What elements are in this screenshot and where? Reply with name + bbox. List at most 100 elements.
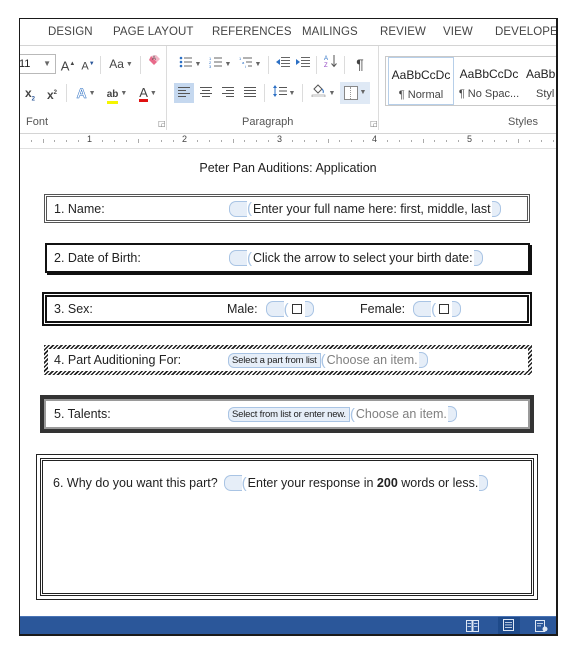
grow-font-button[interactable]: A▲ bbox=[60, 54, 76, 74]
tab-design[interactable]: DESIGN bbox=[48, 26, 93, 38]
line-spacing-button[interactable]: ▼ bbox=[270, 83, 298, 103]
numbered-list-icon: 123 bbox=[209, 56, 222, 69]
document-page: Peter Pan Auditions: Application 1. Name… bbox=[20, 149, 556, 630]
male-checkbox[interactable] bbox=[291, 304, 302, 314]
why-rich-text-control[interactable]: (Enter your response in 200 words or les… bbox=[223, 475, 489, 491]
content-control-handle[interactable] bbox=[413, 301, 432, 317]
style-no-spacing[interactable]: AaBbCcDc ¶ No Spac... bbox=[456, 57, 522, 105]
tab-developer[interactable]: DEVELOPER bbox=[495, 26, 556, 38]
sex-field-box: 3. Sex: Male: ( Female: ( bbox=[42, 292, 532, 326]
document-title: Peter Pan Auditions: Application bbox=[199, 161, 377, 175]
ruler-tick bbox=[517, 139, 519, 143]
content-control-handle[interactable] bbox=[223, 475, 242, 491]
ruler-tick bbox=[410, 140, 412, 142]
sort-button[interactable]: AZ bbox=[322, 54, 340, 74]
svg-text:3: 3 bbox=[209, 64, 212, 68]
ruler-tick bbox=[137, 139, 139, 143]
ruler-tick bbox=[78, 140, 80, 142]
sort-icon: AZ bbox=[324, 55, 337, 69]
line-spacing-icon bbox=[272, 85, 287, 97]
align-right-button[interactable] bbox=[218, 83, 238, 103]
ruler-tick bbox=[220, 140, 222, 142]
tab-view[interactable]: VIEW bbox=[443, 26, 473, 38]
ruler-number: 2 bbox=[182, 134, 188, 144]
bullet-list-icon bbox=[179, 56, 192, 68]
align-left-button[interactable] bbox=[174, 83, 194, 103]
tab-review[interactable]: REVIEW bbox=[380, 26, 426, 38]
ruler-tick bbox=[327, 139, 329, 143]
ruler-tick bbox=[481, 140, 483, 142]
multilevel-list-button[interactable]: 1 a i ▼ bbox=[236, 54, 264, 74]
font-group-label: Font bbox=[26, 116, 49, 128]
shrink-font-button[interactable]: A▼ bbox=[80, 54, 96, 74]
ruler-number: 5 bbox=[467, 134, 473, 144]
tab-mailings[interactable]: MAILINGS bbox=[302, 26, 358, 38]
multilevel-list-icon: 1ai bbox=[239, 56, 252, 69]
read-mode-icon[interactable] bbox=[466, 619, 479, 632]
ruler-tick bbox=[458, 140, 460, 142]
subscript-button[interactable]: x2 bbox=[20, 83, 40, 103]
ruler-tick bbox=[196, 140, 198, 142]
shading-button[interactable]: ▼ bbox=[308, 83, 338, 103]
decrease-indent-button[interactable] bbox=[274, 54, 292, 74]
borders-button[interactable]: ▼ bbox=[340, 82, 370, 104]
female-checkbox[interactable] bbox=[439, 304, 450, 314]
why-label: 6. Why do you want this part? bbox=[53, 476, 218, 490]
numbering-button[interactable]: 1 2 3 ▼ bbox=[206, 54, 234, 74]
change-case-button[interactable]: Aa ▼ bbox=[106, 54, 136, 74]
superscript-button[interactable]: x2 bbox=[42, 83, 62, 103]
ruler-tick bbox=[256, 140, 258, 142]
talents-combo-box[interactable]: Select from list or enter new.(Choose an… bbox=[228, 406, 457, 422]
text-effects-button[interactable]: A ▼ bbox=[72, 83, 100, 103]
dialog-launcher-icon[interactable]: ◲ bbox=[158, 119, 166, 128]
content-control-handle[interactable] bbox=[229, 200, 247, 217]
horizontal-ruler[interactable]: 123456 bbox=[20, 134, 556, 149]
content-control-handle[interactable] bbox=[229, 250, 247, 266]
bullets-button[interactable]: ▼ bbox=[176, 54, 204, 74]
svg-text:Z: Z bbox=[324, 63, 328, 68]
print-layout-icon[interactable] bbox=[498, 617, 520, 634]
why-row: 6. Why do you want this part? (Enter you… bbox=[53, 475, 489, 491]
ruler-tick bbox=[42, 139, 44, 143]
align-center-button[interactable] bbox=[196, 83, 216, 103]
ruler-tick bbox=[398, 140, 400, 142]
highlight-button[interactable]: ab ▼ bbox=[102, 83, 132, 104]
ruler-tick bbox=[173, 140, 175, 142]
dob-date-picker[interactable]: (Click the arrow to select your birth da… bbox=[229, 250, 483, 266]
tab-references[interactable]: REFERENCES bbox=[212, 26, 292, 38]
divider bbox=[302, 84, 303, 102]
ruler-tick bbox=[208, 140, 210, 142]
name-field-box: 1. Name: (Enter your full name here: fir… bbox=[44, 194, 530, 223]
svg-text:A: A bbox=[152, 56, 156, 62]
ruler-tick bbox=[541, 140, 543, 142]
increase-indent-button[interactable] bbox=[294, 54, 312, 74]
content-control-tag[interactable]: Select a part from list bbox=[228, 352, 321, 368]
font-size-dropdown[interactable]: 11 ▼ bbox=[20, 54, 56, 74]
content-control-handle[interactable] bbox=[265, 301, 284, 317]
dialog-launcher-icon[interactable]: ◲ bbox=[370, 119, 378, 128]
talents-label: 5. Talents: bbox=[54, 407, 111, 421]
paint-bucket-icon bbox=[311, 84, 325, 98]
why-field-inner: 6. Why do you want this part? (Enter you… bbox=[40, 458, 534, 596]
tab-page-layout[interactable]: PAGE LAYOUT bbox=[113, 26, 194, 38]
content-control-tag[interactable]: Select from list or enter new. bbox=[228, 406, 350, 422]
part-dropdown[interactable]: Select a part from list(Choose an item. bbox=[228, 352, 428, 368]
sex-label: 3. Sex: bbox=[54, 302, 93, 316]
ruler-tick bbox=[232, 139, 234, 143]
web-layout-icon[interactable] bbox=[535, 619, 548, 632]
female-option: Female: ( bbox=[360, 301, 462, 317]
ruler-tick bbox=[244, 140, 246, 142]
justify-button[interactable] bbox=[240, 83, 260, 103]
ruler-number: 4 bbox=[372, 134, 378, 144]
male-label: Male: bbox=[227, 302, 258, 316]
show-hide-button[interactable]: ¶ bbox=[352, 54, 368, 74]
style-heading[interactable]: AaBb Styl bbox=[524, 57, 556, 105]
part-field-box: 4. Part Auditioning For: Select a part f… bbox=[44, 345, 532, 375]
divider bbox=[66, 84, 67, 102]
ruler-tick bbox=[434, 140, 436, 142]
style-normal[interactable]: AaBbCcDc ¶ Normal bbox=[388, 57, 454, 105]
name-content-control[interactable]: (Enter your full name here: first, middl… bbox=[229, 200, 501, 217]
clear-formatting-button[interactable]: A bbox=[146, 54, 164, 74]
font-color-button[interactable]: A ▼ bbox=[134, 83, 162, 103]
dob-field-box: 2. Date of Birth: (Click the arrow to se… bbox=[45, 243, 530, 273]
